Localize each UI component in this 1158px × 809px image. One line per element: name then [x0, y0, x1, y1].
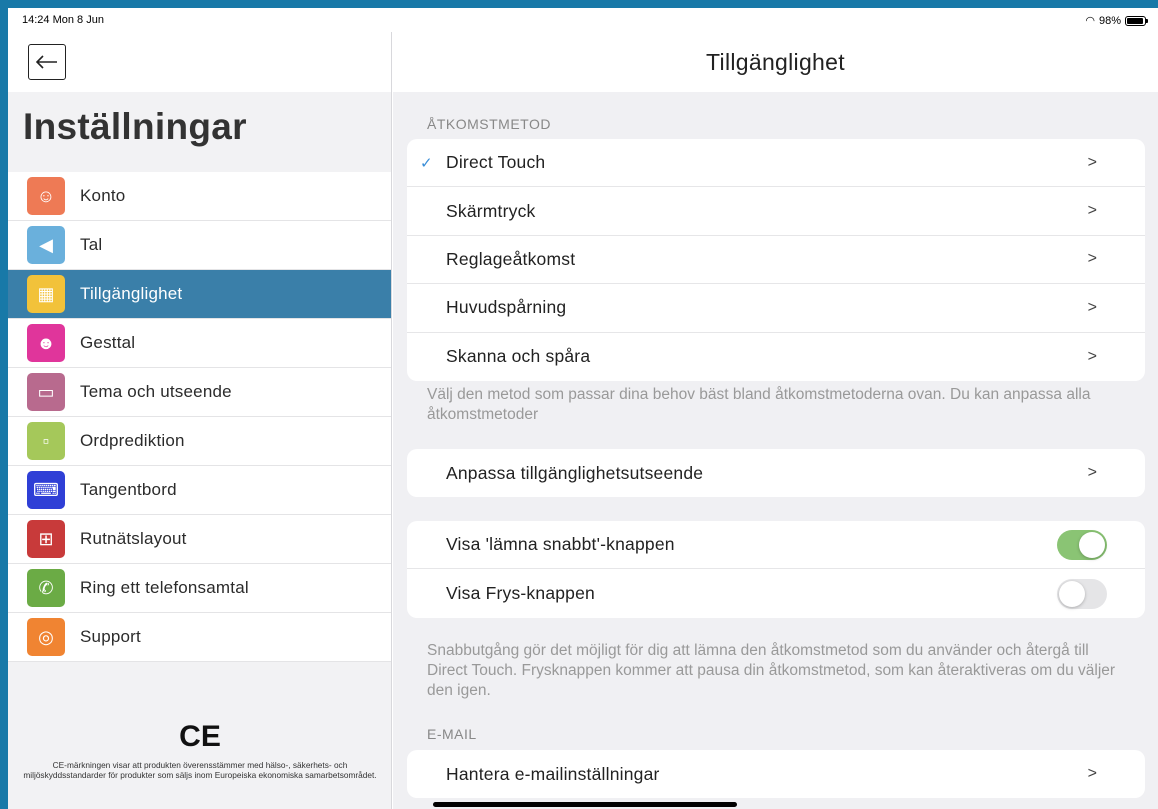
wifi-icon: ◠ [1085, 15, 1095, 27]
access-method-note: Välj den metod som passar dina behov bäs… [427, 386, 1091, 423]
sidebar-item-label: Ordprediktion [80, 431, 185, 450]
sidebar-item-7[interactable]: ⊞ Rutnätslayout [8, 515, 391, 564]
chevron-right-icon: > [1087, 765, 1097, 783]
sidebar-item-9[interactable]: ◎ Support [8, 613, 391, 662]
access-method-section-label: ÅTKOMSTMETOD [427, 116, 551, 132]
sidebar-item-4[interactable]: ▭ Tema och utseende [8, 368, 391, 417]
sidebar-item-6[interactable]: ⌨ Tangentbord [8, 466, 391, 515]
toggle-switch[interactable] [1057, 578, 1107, 609]
sidebar-item-8[interactable]: ✆ Ring ett telefonsamtal [8, 564, 391, 613]
back-button[interactable] [28, 44, 66, 80]
access-method-label: Skärmtryck [446, 200, 536, 221]
ce-description: CE-märkningen visar att produkten överen… [23, 760, 377, 780]
email-section-label: E-MAIL [427, 726, 477, 742]
access-method-row[interactable]: Reglageåtkomst > [407, 236, 1145, 285]
sidebar-item-label: Tangentbord [80, 480, 177, 499]
access-method-row[interactable]: ✓ Direct Touch > [407, 139, 1145, 188]
sidebar-item-label: Tema och utseende [80, 382, 232, 401]
chevron-right-icon: > [1087, 153, 1097, 171]
chevron-right-icon: > [1087, 202, 1097, 220]
sidebar-top-bar [8, 32, 391, 92]
sidebar-list: ☺ Konto ◀ Tal ▦ Tillgänglighet ☻ Gesttal ▭ Tema o… [8, 172, 391, 662]
battery-percent: 98% [1098, 14, 1121, 27]
home-indicator[interactable] [433, 802, 737, 807]
sidebar-item-label: Tillgänglighet [80, 284, 183, 303]
lifebuoy-icon: ◎ [27, 618, 65, 656]
toggle-knob [1059, 580, 1085, 607]
status-bar: 14:24 Mon 8 Jun ◠ 98% [8, 8, 1158, 32]
chevron-right-icon: > [1087, 250, 1097, 268]
grid-hand-icon: ▦ [27, 275, 65, 313]
sidebar-item-2[interactable]: ▦ Tillgänglighet [8, 270, 391, 319]
settings-sidebar: Inställningar ☺ Konto ◀ Tal ▦ Tillgänglighet ☻… [8, 32, 392, 809]
phone-icon: ✆ [27, 569, 65, 607]
access-method-row[interactable]: Skärmtryck > [407, 187, 1145, 236]
checkmark-icon: ✓ [420, 154, 433, 172]
access-method-row[interactable]: Huvudspårning > [407, 284, 1145, 333]
chevron-right-icon: > [1087, 298, 1097, 316]
toggle-row: Visa 'lämna snabbt'-knappen [407, 521, 1145, 570]
sidebar-item-label: Konto [80, 186, 126, 205]
sidebar-item-1[interactable]: ◀ Tal [8, 221, 391, 270]
sidebar-item-3[interactable]: ☻ Gesttal [8, 319, 391, 368]
customize-label: Anpassa tillgänglighetsutseende [446, 462, 704, 483]
access-method-label: Reglageåtkomst [446, 248, 576, 269]
ipad-screen: 14:24 Mon 8 Jun ◠ 98% Inställningar ☺ Kon… [8, 8, 1158, 809]
manage-email-settings-row[interactable]: Hantera e-mailinställningar > [407, 750, 1145, 798]
sidebar-title: Inställningar [23, 106, 247, 147]
customize-accessibility-appearance-row[interactable]: Anpassa tillgänglighetsutseende > [407, 449, 1145, 497]
ce-mark-logo: CE [179, 720, 221, 753]
email-label: Hantera e-mailinställningar [446, 763, 660, 784]
theme-icon: ▭ [27, 373, 65, 411]
status-time: 14:24 Mon 8 Jun [22, 14, 104, 26]
chevron-right-icon: > [1087, 347, 1097, 365]
keyboard-icon: ⌨ [27, 471, 65, 509]
access-method-label: Direct Touch [446, 152, 546, 173]
toggle-row: Visa Frys-knappen [407, 569, 1145, 617]
toggle-knob [1079, 531, 1105, 558]
toggle-note: Snabbutgång gör det möjligt för dig att … [427, 642, 1116, 699]
access-method-label: Skanna och spåra [446, 346, 591, 367]
toggle-label: Visa 'lämna snabbt'-knappen [446, 534, 675, 555]
access-method-row[interactable]: Skanna och spåra > [407, 333, 1145, 381]
chevron-right-icon: > [1087, 464, 1097, 482]
sidebar-item-label: Rutnätslayout [80, 529, 187, 548]
toggle-label: Visa Frys-knappen [446, 583, 595, 604]
speaker-icon: ◀ [27, 226, 65, 264]
person-icon: ☺ [27, 177, 65, 215]
access-method-label: Huvudspårning [446, 297, 567, 318]
status-right: ◠ 98% [1085, 14, 1148, 27]
sidebar-item-label: Support [80, 627, 141, 646]
word-prediction-icon: ▫ [27, 422, 65, 460]
battery-icon [1125, 15, 1148, 26]
sidebar-item-label: Gesttal [80, 333, 136, 352]
arrow-left-icon [36, 55, 57, 69]
email-card: Hantera e-mailinställningar > [407, 750, 1145, 799]
toggle-switch[interactable] [1057, 529, 1107, 560]
customize-card: Anpassa tillgänglighetsutseende > [407, 449, 1145, 498]
access-method-list: ✓ Direct Touch > Skärmtryck > Reglageåtkomst >… [407, 139, 1145, 381]
sidebar-item-label: Tal [80, 235, 103, 254]
grid-layout-icon: ⊞ [27, 520, 65, 558]
face-icon: ☻ [27, 324, 65, 362]
sidebar-item-0[interactable]: ☺ Konto [8, 172, 391, 221]
page-title: Tillgänglighet [393, 32, 1158, 92]
toggle-list: Visa 'lämna snabbt'-knappen Visa Frys-kna… [407, 521, 1145, 618]
sidebar-item-label: Ring ett telefonsamtal [80, 578, 249, 597]
sidebar-item-5[interactable]: ▫ Ordprediktion [8, 417, 391, 466]
main-panel: Tillgänglighet ÅTKOMSTMETOD ✓ Direct Touc… [393, 32, 1158, 809]
